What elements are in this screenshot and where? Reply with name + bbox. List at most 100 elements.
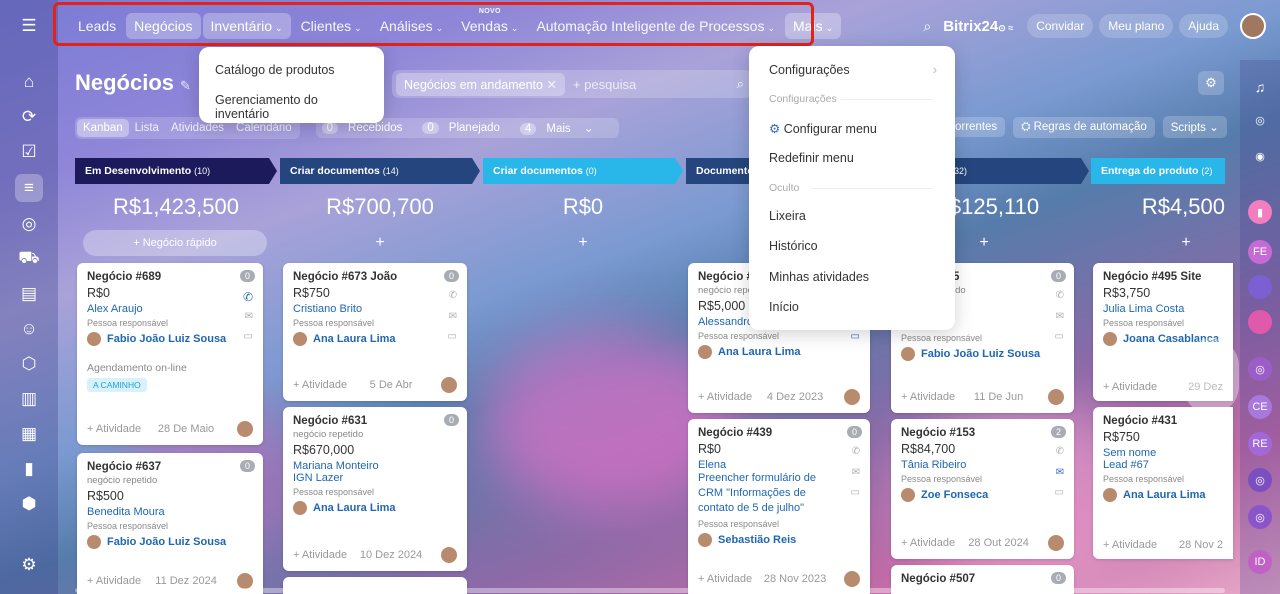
contact-link[interactable]: Julia Lima Costa (1103, 303, 1223, 315)
settings-icon[interactable]: ⚙ (15, 551, 43, 579)
contact-link[interactable]: Benedita Moura (87, 506, 253, 518)
avatar-ce[interactable]: CE (1248, 395, 1272, 419)
add-deal-button[interactable]: + (483, 230, 683, 256)
responsible-person[interactable]: Fabio João Luiz Sousa (901, 347, 1064, 361)
add-activity-link[interactable]: + Atividade (698, 573, 752, 585)
hexagon-icon[interactable]: ⬢ (15, 490, 43, 518)
deal-title[interactable]: Negócio #153 (901, 427, 1064, 439)
search-icon[interactable]: ⌕ (923, 18, 931, 35)
pin-icon[interactable]: ✎ (180, 78, 191, 93)
gear-icon[interactable]: ⚙ (1198, 71, 1224, 95)
crm-icon[interactable]: ≡ (15, 174, 43, 202)
menu-item-inventory-management[interactable]: Gerenciamento do inventário (199, 93, 384, 121)
mail-icon[interactable]: ✉ (245, 311, 253, 322)
responsible-person[interactable]: Ana Laura Lima (293, 332, 457, 346)
add-activity-link[interactable]: + Atividade (901, 537, 955, 549)
lead-link[interactable]: Lead #67 (1103, 459, 1223, 471)
home-icon[interactable]: ⌂ (15, 68, 43, 96)
my-plan-button[interactable]: Meu plano (1099, 14, 1174, 38)
chat-icon[interactable]: ◉ (1248, 144, 1272, 168)
responsible-person[interactable]: Ana Laura Lima (698, 345, 860, 359)
chat-icon[interactable]: ▭ (1055, 331, 1064, 342)
menu-item-history[interactable]: Histórico (749, 239, 955, 253)
responsible-person[interactable]: Sebastião Reis (698, 533, 860, 547)
contact-link[interactable]: Mariana Monteiro (293, 460, 457, 472)
deal-title[interactable]: Negócio #431 (1103, 415, 1223, 427)
menu-item-settings[interactable]: Configurações › (749, 63, 955, 77)
bookmark-icon[interactable]: ▮ (1248, 200, 1272, 224)
chat-icon[interactable]: ▭ (851, 331, 860, 342)
mail-icon[interactable]: ✉ (1056, 311, 1064, 322)
phone-icon[interactable]: ✆ (449, 290, 457, 301)
avatar-purple[interactable] (1248, 275, 1272, 299)
chat-icon[interactable]: ▭ (448, 331, 457, 342)
horizontal-scrollbar[interactable] (75, 588, 1225, 593)
menu-item-configure-menu[interactable]: ⚙ Configurar menu (749, 121, 955, 136)
column-header[interactable]: Criar documentos (14) (280, 158, 480, 184)
user-avatar[interactable] (1240, 13, 1266, 39)
contact-link[interactable]: Cristiano Brito (293, 303, 457, 315)
contact-link[interactable]: Sem nome (1103, 447, 1223, 459)
mail-icon[interactable]: ✉ (1056, 467, 1064, 478)
box-icon[interactable]: ⬡ (15, 350, 43, 378)
deal-card[interactable]: Negócio #637 0 negócio repetido R$500 Be… (77, 453, 263, 594)
add-deal-button[interactable]: + (1091, 230, 1280, 256)
responsible-person[interactable]: Fabio João Luiz Sousa (87, 535, 253, 549)
responsible-person[interactable]: Ana Laura Lima (1103, 488, 1223, 502)
help-button[interactable]: Ajuda (1179, 14, 1228, 38)
search-filter-chip[interactable]: Negócios em andamento ✕ (396, 72, 565, 96)
mail-icon[interactable]: ✉ (449, 311, 457, 322)
deal-title[interactable]: 5 (953, 271, 1064, 283)
scroll-right-button[interactable]: › (1183, 338, 1239, 414)
deal-title[interactable]: Negócio #673 João (293, 271, 457, 283)
stage-planejado[interactable]: 0 Planejado (422, 122, 510, 134)
feed-icon[interactable]: ⟳ (15, 103, 43, 131)
add-deal-button[interactable]: + (280, 230, 480, 256)
deal-card[interactable]: Negócio #439 0 R$0 Elena Preencher formu… (688, 419, 870, 594)
spiral-icon[interactable]: ◎ (1248, 108, 1272, 132)
contact-center-icon[interactable]: ▤ (15, 280, 43, 308)
deal-title[interactable]: Negócio #631 (293, 415, 457, 427)
calendar-icon[interactable]: ▦ (15, 420, 43, 448)
deal-title[interactable]: Negócio #689 (87, 271, 253, 283)
deal-title[interactable]: Negócio #637 (87, 461, 253, 473)
add-activity-link[interactable]: + Atividade (901, 391, 955, 403)
avatar-violet[interactable]: ◎ (1248, 505, 1272, 529)
deal-title[interactable]: Negócio #439 (698, 427, 860, 439)
deal-title[interactable]: Negócio #507 (901, 573, 1064, 585)
phone-icon[interactable]: ✆ (243, 290, 253, 304)
view-kanban[interactable]: Kanban (77, 119, 129, 137)
deal-card[interactable]: Negócio #153 2 R$84,700 Tânia Ribeiro Pe… (891, 419, 1074, 559)
column-header[interactable]: Em Desenvolvimento (10) (75, 158, 277, 184)
menu-item-trash[interactable]: Lixeira (749, 209, 955, 223)
deal-card[interactable]: Negócio #431 R$750 Sem nome Lead #67 Pes… (1093, 407, 1233, 559)
building-icon[interactable]: ▥ (15, 385, 43, 413)
deal-card[interactable]: Negócio #689 0 R$0 Alex Araujo Pessoa re… (77, 263, 263, 445)
mail-icon[interactable]: ✉ (852, 467, 860, 478)
target-icon[interactable]: ◎ (15, 210, 43, 238)
view-lista[interactable]: Lista (129, 119, 165, 137)
invite-button[interactable]: Convidar (1027, 14, 1094, 38)
company-link[interactable]: IGN Lazer (293, 472, 457, 484)
deal-card[interactable]: Negócio #631 0 negócio repetido R$670,00… (283, 407, 467, 571)
contact-link[interactable]: Tânia Ribeiro (901, 459, 1064, 471)
responsible-person[interactable]: Zoe Fonseca (901, 488, 1064, 502)
stage-more[interactable]: 4 Mais ⌄ (519, 121, 604, 135)
avatar-pink[interactable] (1248, 310, 1272, 334)
responsible-person[interactable]: Fabio João Luiz Sousa (87, 332, 253, 346)
bell-icon[interactable]: ♫ (1248, 75, 1272, 99)
column-header[interactable]: Entrega do produto (2) (1091, 158, 1225, 184)
menu-item-product-catalog[interactable]: Catálogo de produtos (199, 63, 384, 77)
menu-item-my-activities[interactable]: Minhas atividades (749, 270, 955, 284)
search-icon[interactable]: ⌕ (737, 76, 744, 92)
avatar-target[interactable]: ◎ (1248, 468, 1272, 492)
add-activity-link[interactable]: + Atividade (1103, 539, 1157, 551)
deal-source-link[interactable]: Preencher formulário de CRM "Informações… (698, 471, 860, 516)
add-activity-link[interactable]: + Atividade (293, 549, 347, 561)
avatar-re[interactable]: RE (1248, 432, 1272, 456)
contact-link[interactable]: Alex Araujo (87, 303, 253, 315)
add-activity-link[interactable]: + Atividade (87, 423, 141, 435)
menu-item-home[interactable]: Início (749, 300, 955, 314)
quick-deal-button[interactable]: + Negócio rápido (83, 230, 267, 256)
add-activity-link[interactable]: + Atividade (293, 379, 347, 391)
